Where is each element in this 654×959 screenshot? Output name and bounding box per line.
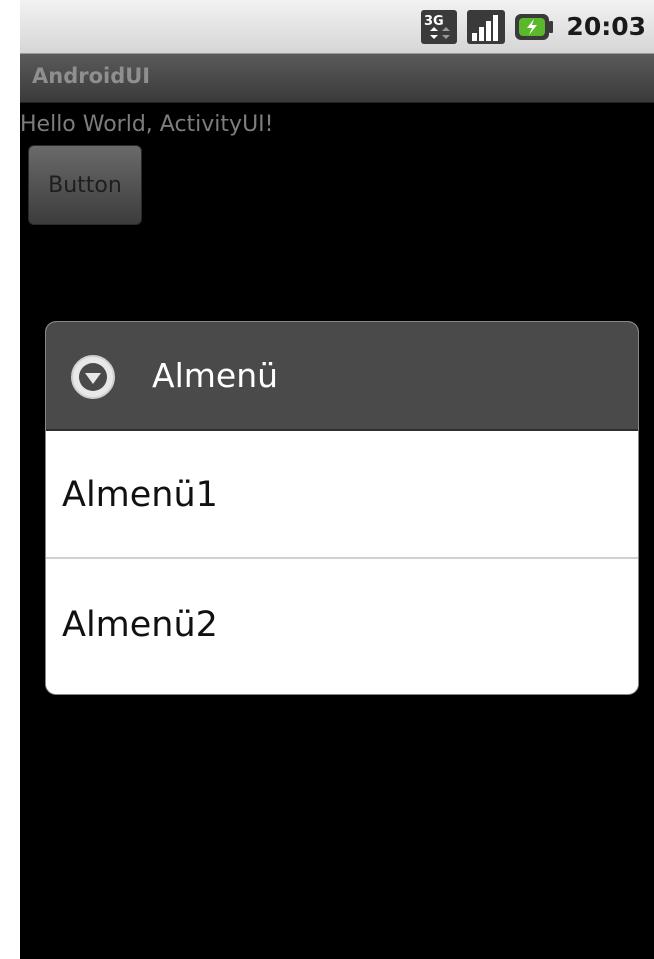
dialog-title: Almenü	[152, 356, 279, 395]
menu-item-almenu2[interactable]: Almenü2	[46, 561, 638, 689]
app-title: AndroidUI	[32, 64, 151, 88]
status-bar: 3G 20:03	[20, 0, 654, 54]
dropdown-circle-icon	[70, 354, 116, 400]
main-button[interactable]: Button	[28, 145, 142, 225]
status-icons: 3G 20:03	[420, 0, 646, 53]
submenu-dialog: Almenü Almenü1 Almenü2	[46, 322, 638, 694]
signal-strength-icon	[466, 9, 506, 45]
menu-item-label: Almenü1	[62, 475, 218, 515]
3g-data-icon: 3G	[420, 9, 458, 45]
status-clock: 20:03	[566, 12, 646, 41]
battery-charging-icon	[514, 12, 554, 42]
hello-text: Hello World, ActivityUI!	[20, 112, 274, 137]
menu-item-label: Almenü2	[62, 605, 218, 645]
app-title-bar: AndroidUI	[20, 54, 654, 103]
menu-item-almenu1[interactable]: Almenü1	[46, 431, 638, 559]
dialog-header: Almenü	[46, 322, 638, 431]
svg-text:3G: 3G	[424, 14, 444, 29]
app-screen: 3G 20:03 AndroidUI Hello World, Activity…	[20, 0, 654, 959]
main-button-label: Button	[48, 172, 122, 198]
